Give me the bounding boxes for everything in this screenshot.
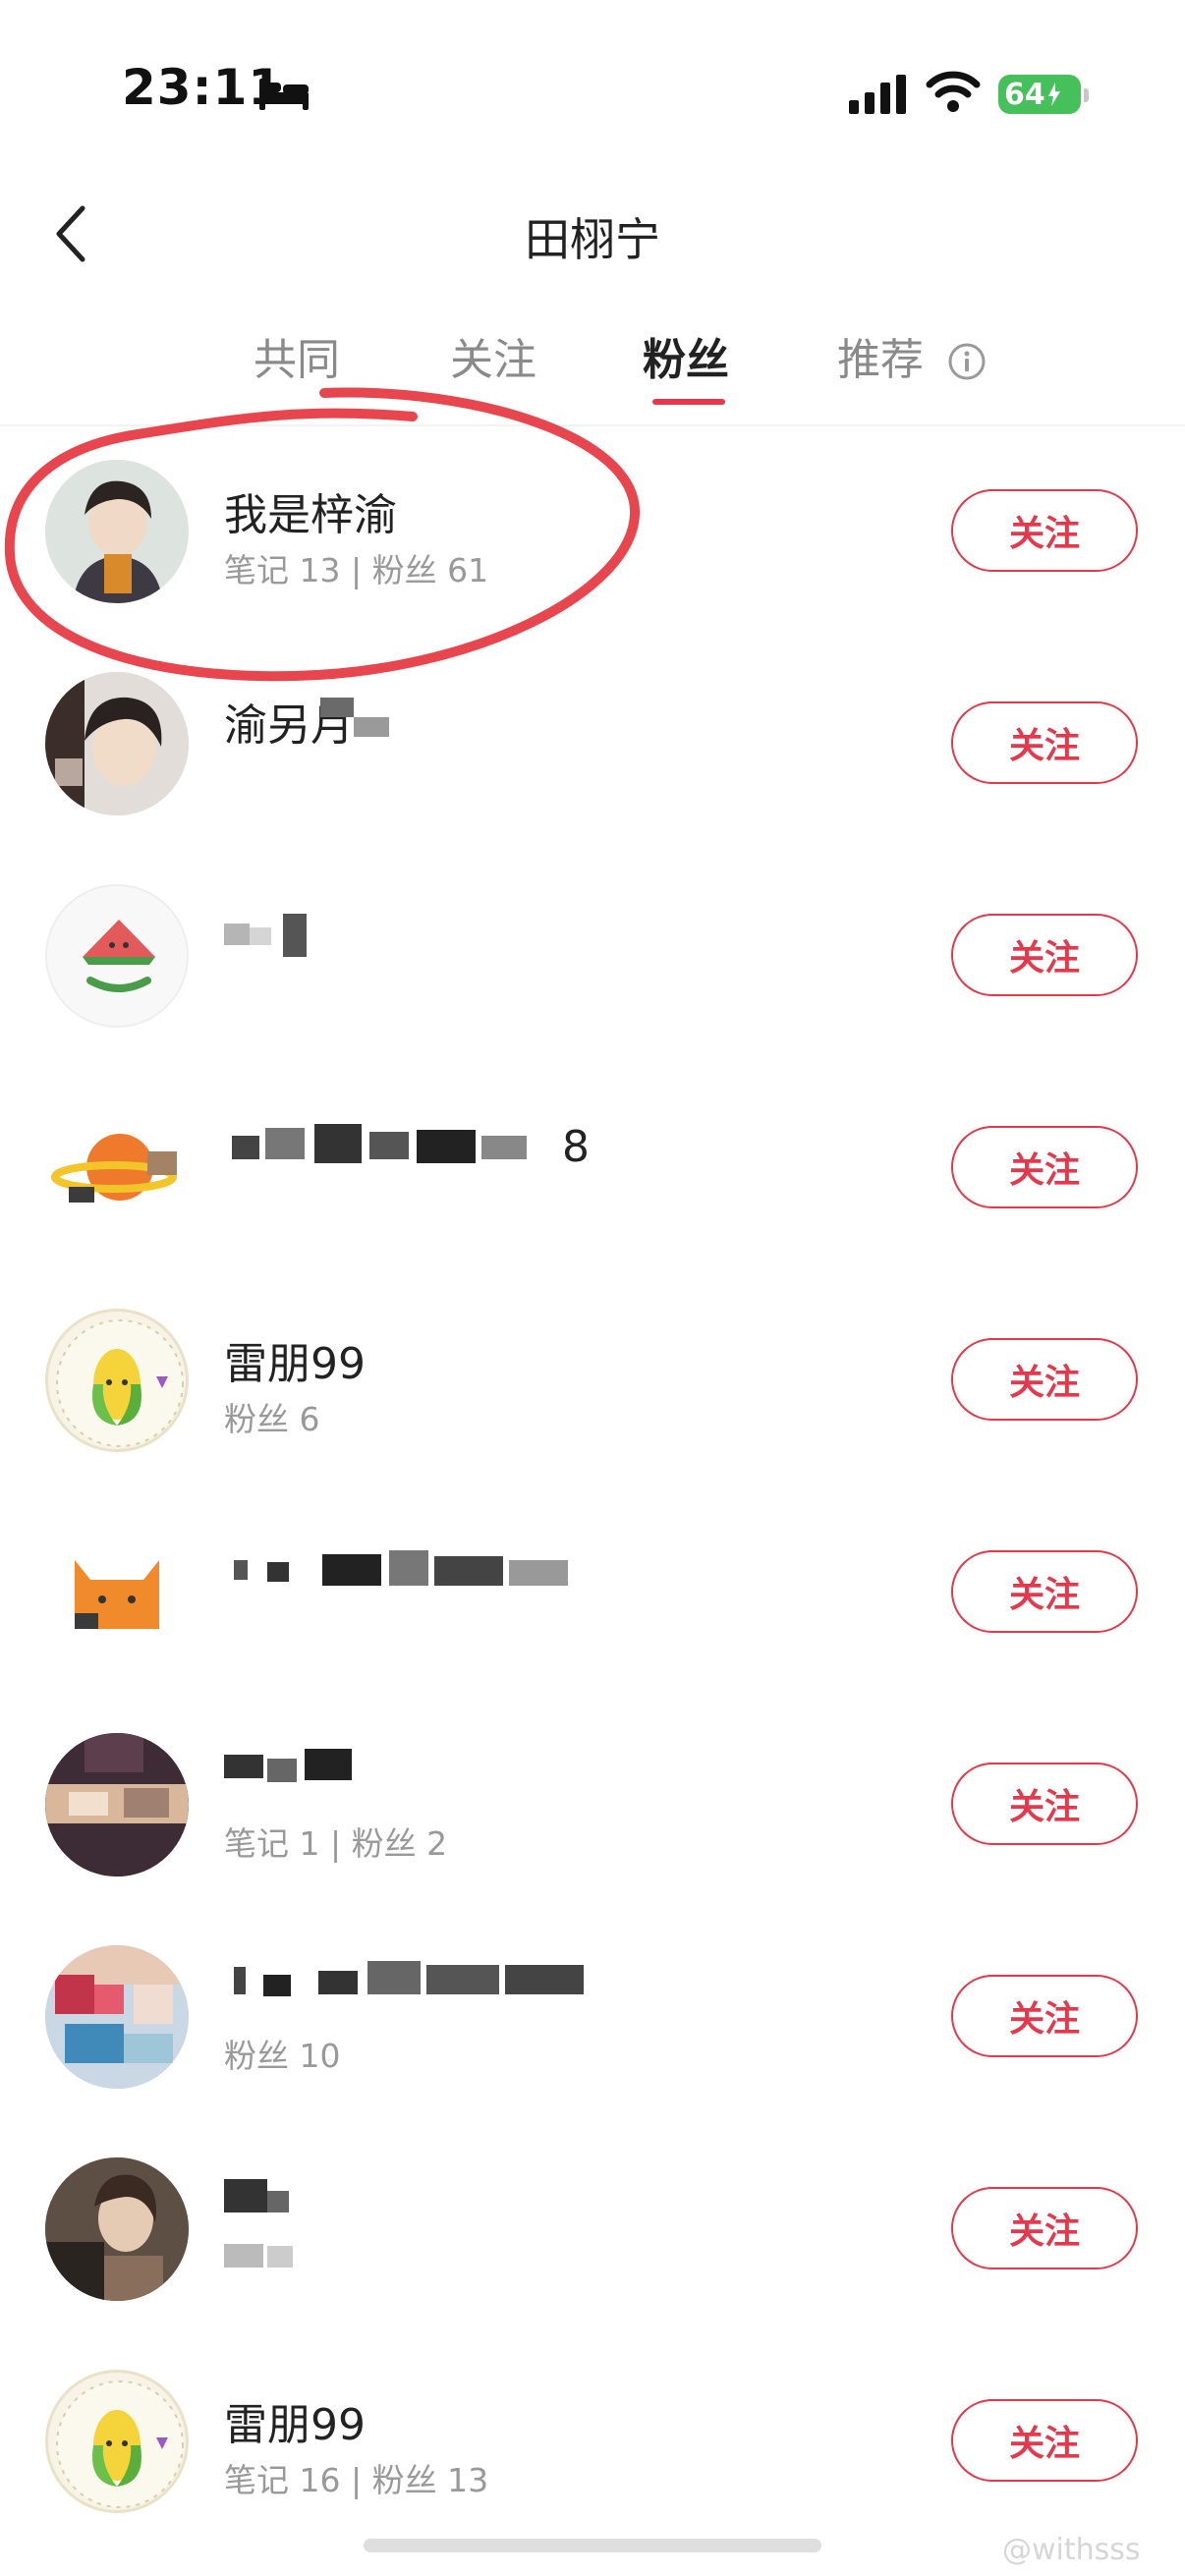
user-stats: 粉丝 10 [224,2037,341,2075]
redaction-mosaic [224,1957,607,2004]
list-item[interactable]: 粉丝 10 关注 [0,1928,1185,2140]
watermelon-avatar[interactable] [45,884,189,1028]
cat-avatar[interactable] [45,1521,189,1664]
battery-tip [1084,88,1089,102]
info-icon[interactable] [947,342,987,381]
corn-avatar[interactable] [45,1309,189,1452]
battery-level: 64 [1004,77,1045,112]
tab-following[interactable]: 关注 [450,324,536,387]
user-stats: 笔记 16 | 粉丝 13 [224,2461,489,2499]
user-name: 雷朋99 [224,2400,366,2450]
list-item[interactable]: 8 关注 [0,1079,1185,1291]
list-item[interactable]: 关注 [0,867,1185,1079]
bed-icon [259,79,309,110]
follow-button[interactable]: 关注 [951,2399,1138,2482]
user-name: 雷朋99 [224,1339,366,1389]
user-stats: 粉丝 6 [224,1400,320,1438]
user-name: 8 [562,1122,590,1172]
tab-common[interactable]: 共同 [254,324,340,387]
redaction-mosaic [320,698,389,737]
user-stats: 笔记 13 | 粉丝 61 [224,551,489,589]
photo-avatar[interactable] [45,2157,189,2301]
redaction-mosaic [224,1546,597,1594]
photo-avatar[interactable] [45,460,189,603]
nav-header: 田栩宁 [0,187,1185,334]
signal-icon [849,75,906,114]
user-stats: 笔记 1 | 粉丝 2 [224,1824,448,1863]
tab-recommended[interactable]: 推荐 [837,324,924,387]
tab-bar: 共同 关注 粉丝 推荐 [0,324,1185,422]
list-item[interactable]: 笔记 1 | 粉丝 2 关注 [0,1715,1185,1928]
divider [0,424,1185,426]
redaction-mosaic [224,914,314,959]
page-title: 田栩宁 [525,213,660,266]
planet-avatar[interactable] [45,1096,189,1240]
follow-button[interactable]: 关注 [951,1126,1138,1208]
follow-button[interactable]: 关注 [951,1338,1138,1421]
wifi-icon [926,71,981,112]
status-bar: 23:11 64 [0,0,1185,187]
corn-avatar[interactable] [45,2370,189,2513]
battery-indicator: 64 [998,75,1081,114]
photo-avatar[interactable] [45,1733,189,1876]
watermark-text: @withsss [1002,2533,1141,2567]
home-indicator [364,2539,821,2552]
follow-button[interactable]: 关注 [951,914,1138,996]
active-tab-indicator [652,399,725,405]
user-name: 我是梓渝 [224,490,397,540]
follow-button[interactable]: 关注 [951,701,1138,784]
redaction-mosaic [224,1120,597,1171]
follow-button[interactable]: 关注 [951,1763,1138,1845]
list-item[interactable]: 渝另月 关注 [0,654,1185,867]
follow-button[interactable]: 关注 [951,2187,1138,2269]
follow-button[interactable]: 关注 [951,1975,1138,2057]
list-item[interactable]: 我是梓渝 笔记 13 | 粉丝 61 关注 [0,442,1185,654]
follow-button[interactable]: 关注 [951,489,1138,572]
battery-charging-icon [1047,83,1060,106]
photo-avatar[interactable] [45,672,189,815]
list-item[interactable]: 雷朋99 粉丝 6 关注 [0,1291,1185,1503]
redaction-mosaic [224,1745,362,1786]
list-item[interactable]: 关注 [0,2140,1185,2352]
tab-fans[interactable]: 粉丝 [643,324,729,387]
follow-button[interactable]: 关注 [951,1550,1138,1633]
redaction-mosaic [224,2169,322,2277]
photo-avatar[interactable] [45,1945,189,2089]
list-item[interactable]: 关注 [0,1503,1185,1715]
